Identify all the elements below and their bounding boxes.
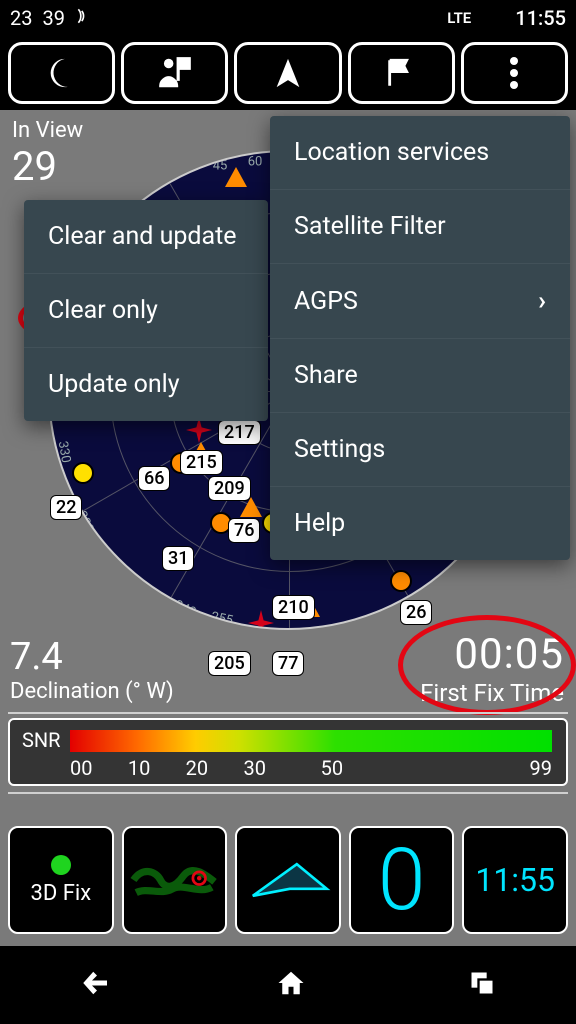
back-button[interactable] [79,968,115,1002]
satellite-marker [250,612,272,630]
world-map-icon [129,852,219,908]
toolbar [0,36,576,110]
snr-tick: 20 [186,756,244,780]
snr-tick: 10 [128,756,186,780]
compass-arrow-icon [244,852,332,908]
sat-label: 77 [272,651,304,676]
sat-label: 209 [208,476,251,501]
menu-item-label: Settings [294,435,385,464]
menu-item-label: AGPS [294,287,358,316]
speed-value: 0 [378,837,426,923]
menu-item-satellite-filter[interactable]: Satellite Filter [270,190,570,264]
snr-tick: 00 [70,756,128,780]
menu-item-help[interactable]: Help [270,487,570,560]
chevron-right-icon: › [538,286,546,316]
menu-item-update-only[interactable]: Update only [24,348,268,421]
home-button[interactable] [274,968,308,1002]
recents-button[interactable] [467,969,497,1001]
first-fix-value: 00:05 [420,630,564,679]
agps-context-menu: Clear and update Clear only Update only [24,200,268,421]
deg-label: 60 [248,155,263,170]
sat-label: 31 [162,546,194,571]
snr-bar: SNR 00 10 20 30 50 99 [8,718,568,786]
main-content: In View 29 45 60 255 240 300 330 [0,110,576,818]
divider [8,792,568,794]
deg-label: 330 [55,440,74,464]
divider [8,712,568,714]
overflow-menu: Location services Satellite Filter AGPS ›… [270,116,570,560]
sat-label: 205 [208,651,251,676]
menu-item-location-services[interactable]: Location services [270,116,570,190]
declination-value: 7.4 [10,635,174,679]
overflow-button[interactable] [461,42,568,104]
menu-item-label: Update only [48,370,180,399]
bottom-tiles: 3D Fix 0 11:55 [0,820,576,940]
first-fix-block: 00:05 First Fix Time [420,630,564,707]
sat-label: 217 [218,420,261,445]
person-flag-button[interactable] [121,42,228,104]
satellite-marker [390,570,412,592]
night-mode-button[interactable] [8,42,115,104]
satellite-marker [225,167,247,189]
deg-label: 255 [210,609,235,628]
fix-indicator-icon [51,855,71,875]
menu-item-label: Location services [294,138,489,167]
satellite-marker [188,419,210,441]
location-icon [419,6,435,31]
sat-label: 22 [50,495,82,520]
satellite-marker [72,462,94,484]
menu-item-clear-only[interactable]: Clear only [24,274,268,348]
tile-speed[interactable]: 0 [349,826,455,934]
navigate-button[interactable] [234,42,341,104]
sat-label: 210 [272,595,315,620]
menu-item-label: Help [294,509,345,538]
declination-label: Declination (° W) [10,679,174,704]
in-view-label: In View [12,118,83,143]
deg-label: 240 [172,598,198,621]
snr-tick: 99 [530,756,552,780]
snr-tick: 50 [321,756,530,780]
menu-item-clear-and-update[interactable]: Clear and update [24,200,268,274]
snr-label: SNR [22,728,60,752]
tile-clock[interactable]: 11:55 [462,826,568,934]
tile-label: 3D Fix [30,881,91,906]
tile-clock-value: 11:55 [475,861,555,899]
sat-label: 76 [228,518,260,543]
status-clock: 11:55 [515,6,566,30]
tile-compass[interactable] [235,826,341,934]
sat-label: 66 [138,466,170,491]
menu-item-label: Share [294,361,358,390]
menu-item-settings[interactable]: Settings [270,413,570,487]
snr-gradient [70,730,552,752]
menu-item-label: Clear and update [48,222,237,251]
android-nav-bar [0,946,576,1024]
tile-3d-fix[interactable]: 3D Fix [8,826,114,934]
status-notif-count-2: 39 [42,6,64,30]
sat-label: 26 [400,600,432,625]
tile-world-map[interactable] [122,826,228,934]
sat-label: 215 [180,450,223,475]
signal-icon [483,6,503,30]
first-fix-label: First Fix Time [420,679,564,707]
flag-button[interactable] [348,42,455,104]
menu-item-agps[interactable]: AGPS › [270,264,570,339]
snr-ticks: 00 10 20 30 50 99 [70,756,552,780]
menu-item-share[interactable]: Share [270,339,570,413]
network-type: LTE [447,9,471,27]
status-bar: 23 39 LTE 11:55 [0,0,576,36]
flash-icon [105,6,121,31]
vibrate-icon [75,6,95,31]
snr-tick: 30 [243,756,320,780]
menu-item-label: Satellite Filter [294,212,446,241]
menu-item-label: Clear only [48,296,158,325]
status-notif-count-1: 23 [10,6,32,30]
declination-block: 7.4 Declination (° W) [10,635,174,704]
